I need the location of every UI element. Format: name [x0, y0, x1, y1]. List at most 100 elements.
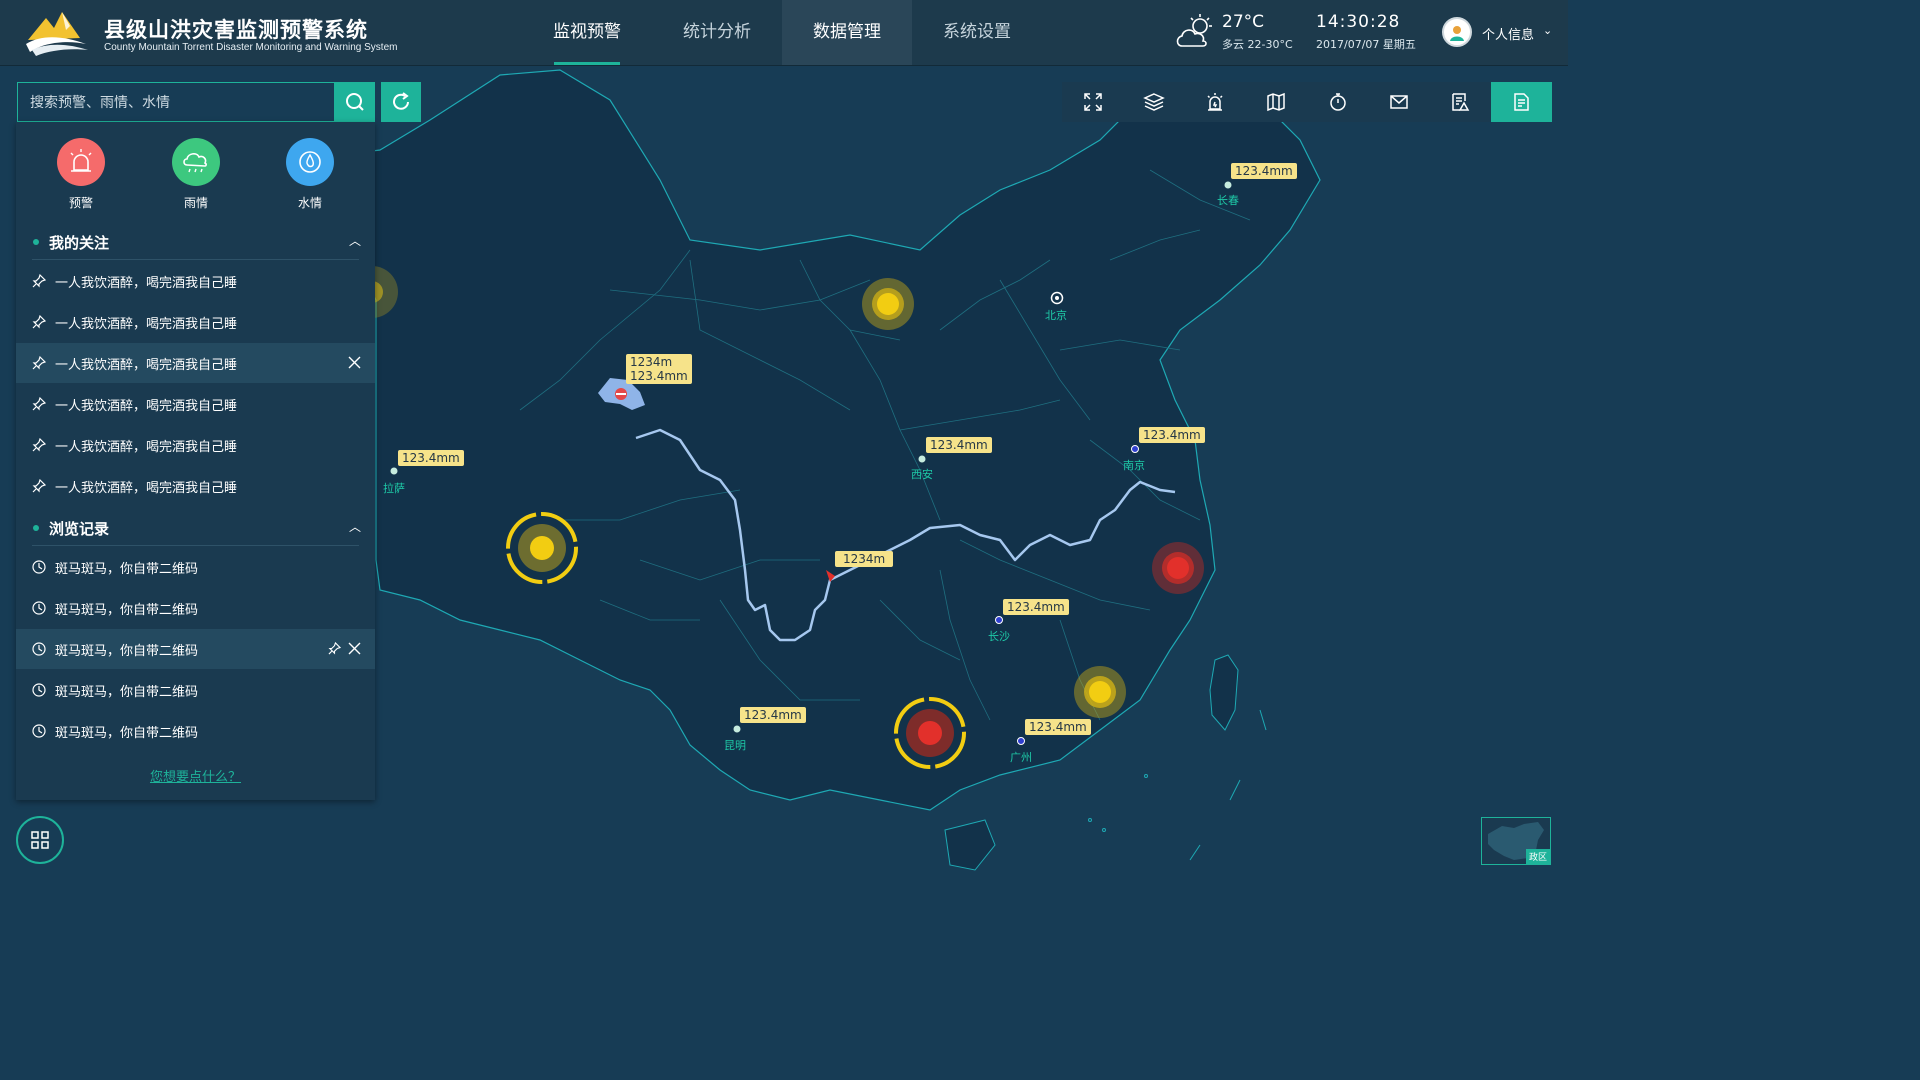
pin-icon [32, 438, 46, 452]
rain-value-tag[interactable]: 123.4mm [740, 707, 806, 723]
warning-marker-red-target[interactable] [894, 697, 966, 769]
current-date: 2017/07/07 星期五 [1316, 38, 1416, 51]
city-label: 南京 [1123, 459, 1145, 472]
region-minimap[interactable]: 政区 [1481, 817, 1551, 865]
divider [32, 545, 359, 546]
history-item[interactable]: 斑马斑马，你自带二维码 [16, 629, 375, 669]
favorite-item[interactable]: 一人我饮酒醉，喝完酒我自己睡 [16, 384, 375, 424]
category-water[interactable]: 水情 [270, 138, 350, 211]
warning-marker-yellow[interactable] [862, 278, 914, 330]
mail-button[interactable] [1368, 82, 1429, 122]
lake-rain: 123.4mm [630, 369, 688, 383]
rain-value-tag[interactable]: 123.4mm [926, 437, 992, 453]
favorite-label: 一人我饮酒醉，喝完酒我自己睡 [55, 440, 238, 455]
alarm-icon [1207, 93, 1223, 111]
weather-temp: 27°C [1222, 12, 1265, 32]
timer-button[interactable] [1307, 82, 1368, 122]
city-label: 长沙 [988, 630, 1010, 643]
chevron-up-icon[interactable]: ︿ [349, 518, 361, 535]
report-button[interactable] [1430, 82, 1491, 122]
suggest-link[interactable]: 您想要点什么？ [16, 766, 375, 785]
favorite-label: 一人我饮酒醉，喝完酒我自己睡 [55, 399, 238, 414]
history-label: 斑马斑马，你自带二维码 [55, 726, 199, 741]
river-value-tag[interactable]: 1234m [835, 551, 894, 567]
mail-icon [1390, 95, 1408, 109]
map-icon [1267, 92, 1286, 112]
logo-icon [26, 12, 88, 56]
nav-settings[interactable]: 系统设置 [912, 0, 1042, 65]
pin-icon [32, 274, 46, 288]
search-button[interactable] [335, 82, 375, 122]
history-header[interactable]: 浏览记录 ︿ [16, 508, 375, 546]
history-item[interactable]: 斑马斑马，你自带二维码 [16, 670, 375, 710]
pin-icon [32, 479, 46, 493]
nav-data-management[interactable]: 数据管理 [782, 0, 912, 65]
close-icon[interactable] [348, 356, 361, 369]
rain-value-tag[interactable]: 123.4mm [398, 450, 464, 466]
nav-statistics[interactable]: 统计分析 [652, 0, 782, 65]
rain-value-tag[interactable]: 123.4mm [1003, 599, 1069, 615]
city-label: 西安 [911, 468, 933, 481]
lake-level: 1234m [630, 355, 673, 369]
search-input[interactable] [18, 83, 332, 123]
category-warning[interactable]: 预警 [41, 138, 121, 211]
avatar[interactable] [1442, 17, 1472, 47]
clock-icon [32, 560, 46, 574]
favorites-header[interactable]: 我的关注 ︿ [16, 222, 375, 260]
search-icon [346, 93, 364, 111]
side-panel: 预警 雨情 水情 我的关注 ︿ 一人我饮酒醉，喝完酒我自己睡 一人我饮酒醉，喝完… [16, 122, 375, 800]
favorite-item[interactable]: 一人我饮酒醉，喝完酒我自己睡 [16, 466, 375, 506]
section-title: 浏览记录 [49, 520, 110, 538]
app-title: 县级山洪灾害监测预警系统 [104, 18, 368, 42]
user-avatar-icon [1450, 26, 1464, 41]
lake-value-tag[interactable]: 1234m 123.4mm [626, 354, 692, 384]
apps-button[interactable] [16, 816, 64, 864]
current-time: 14:30:28 [1316, 12, 1401, 32]
warning-marker-red[interactable] [1152, 542, 1204, 594]
map-button[interactable] [1246, 82, 1307, 122]
fullscreen-icon [1083, 93, 1102, 111]
pin-icon [32, 315, 46, 329]
minimap-label: 政区 [1525, 849, 1550, 864]
user-menu-label[interactable]: 个人信息 [1482, 24, 1534, 43]
chevron-up-icon[interactable]: ︿ [349, 232, 361, 249]
map-toolbar [1062, 82, 1552, 122]
warning-marker-yellow[interactable] [1074, 666, 1126, 718]
chevron-down-icon[interactable]: ⌄ [1543, 24, 1552, 37]
layers-button[interactable] [1123, 82, 1184, 122]
cloudy-sun-icon [1176, 14, 1212, 47]
history-item[interactable]: 斑马斑马，你自带二维码 [16, 547, 375, 587]
close-icon[interactable] [348, 642, 361, 655]
section-dot [33, 525, 39, 531]
document-button[interactable] [1490, 82, 1552, 122]
fullscreen-button[interactable] [1062, 82, 1123, 122]
alarm-button[interactable] [1185, 82, 1246, 122]
rain-value-tag[interactable]: 123.4mm [1231, 163, 1297, 179]
nav-monitoring[interactable]: 监视预警 [522, 0, 652, 65]
rain-cloud-icon [172, 138, 220, 186]
report-icon [1452, 93, 1470, 111]
city-label: 拉萨 [383, 482, 405, 495]
warning-marker-yellow-target[interactable] [506, 512, 578, 584]
clock-icon [32, 683, 46, 697]
favorite-item[interactable]: 一人我饮酒醉，喝完酒我自己睡 [16, 261, 375, 301]
favorite-item[interactable]: 一人我饮酒醉，喝完酒我自己睡 [16, 343, 375, 383]
history-item[interactable]: 斑马斑马，你自带二维码 [16, 711, 375, 751]
category-rain[interactable]: 雨情 [156, 138, 236, 211]
history-label: 斑马斑马，你自带二维码 [55, 685, 199, 700]
history-item[interactable]: 斑马斑马，你自带二维码 [16, 588, 375, 628]
weather-desc: 多云 22-30°C [1222, 38, 1293, 51]
category-label: 水情 [297, 196, 322, 210]
favorite-item[interactable]: 一人我饮酒醉，喝完酒我自己睡 [16, 425, 375, 465]
refresh-button[interactable] [381, 82, 421, 122]
pin-icon[interactable] [328, 642, 341, 655]
app-header: 县级山洪灾害监测预警系统 County Mountain Torrent Dis… [0, 0, 1568, 66]
alarm-icon [57, 138, 105, 186]
rain-value-tag[interactable]: 123.4mm [1139, 427, 1205, 443]
favorite-item[interactable]: 一人我饮酒醉，喝完酒我自己睡 [16, 302, 375, 342]
rain-value-tag[interactable]: 123.4mm [1025, 719, 1091, 735]
water-drop-icon [286, 138, 334, 186]
main-nav: 监视预警 统计分析 数据管理 系统设置 [522, 0, 1042, 65]
pin-icon [32, 356, 46, 370]
clock-icon [32, 642, 46, 656]
